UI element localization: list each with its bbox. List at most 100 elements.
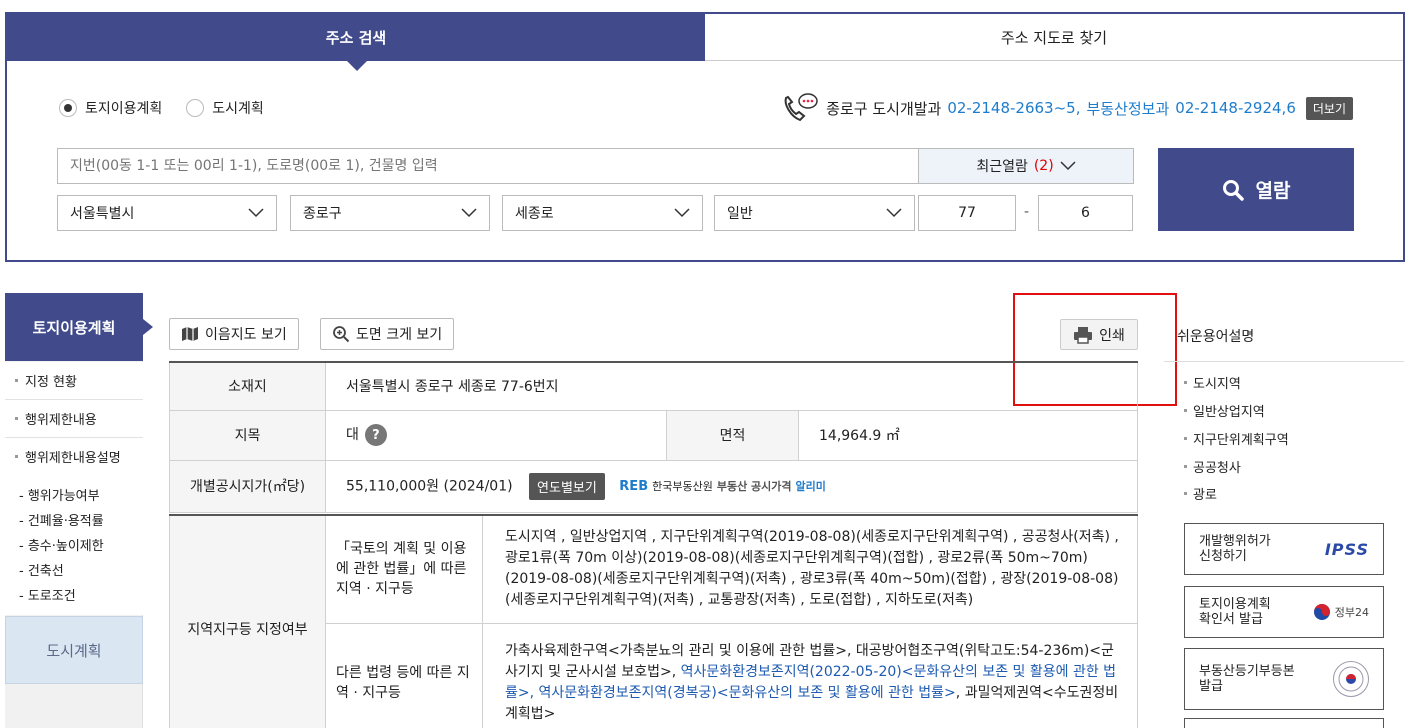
- court-seal-icon: [1333, 661, 1369, 697]
- bullet-icon: [15, 417, 18, 420]
- reb-name: 한국부동산원: [652, 480, 713, 493]
- taegeuk-icon: [1313, 604, 1330, 620]
- radio-city-plan[interactable]: 도시계획: [186, 98, 264, 118]
- radio-land-label: 토지이용계획: [85, 101, 163, 117]
- ipss-logo: IPSS: [1324, 539, 1369, 559]
- help-icon[interactable]: ?: [364, 424, 387, 446]
- category-cell: 대?: [325, 409, 667, 461]
- zoom-in-icon: [333, 326, 350, 343]
- address-search-panel: 주소 검색 주소 지도로 찾기 토지이용계획 도시계획 종로구 도시개발과 02…: [5, 12, 1405, 262]
- glossary-term[interactable]: 일반상업지역: [1184, 401, 1265, 420]
- location-label: 소재지: [169, 361, 326, 411]
- map-view-button[interactable]: 이음지도 보기: [169, 318, 299, 350]
- sidebar-item-restriction-desc[interactable]: 행위제한내용설명: [5, 438, 143, 476]
- law1-value: 도시지역 , 일반상업지역 , 지구단위계획구역(2019-08-08)(세종로…: [482, 514, 1138, 624]
- glossary-title: 쉬운용어설명: [1177, 329, 1255, 345]
- address-search-input[interactable]: [57, 148, 919, 184]
- chevron-down-icon: [674, 208, 690, 218]
- land-use-certificate-button[interactable]: 토지이용계획 확인서 발급 정부24: [1184, 586, 1384, 638]
- sidebar-item-label: 행위제한내용설명: [25, 451, 121, 466]
- bullet-icon: [1184, 381, 1187, 384]
- view-label: 열람: [1255, 180, 1291, 202]
- recent-label: 최근열람: [976, 159, 1028, 175]
- yearly-view-button[interactable]: 연도별보기: [529, 472, 605, 500]
- radio-checked-icon: [59, 99, 77, 117]
- plan-type-radios: 토지이용계획 도시계획: [59, 98, 264, 118]
- glossary-term-label: 도시지역: [1193, 377, 1241, 392]
- view-button[interactable]: 열람: [1158, 148, 1354, 231]
- recent-view-button[interactable]: 최근열람 (2): [918, 148, 1134, 184]
- table-row: 지목 대? 면적 14,964.9 ㎡: [169, 409, 1138, 461]
- bullet-icon: [15, 379, 18, 382]
- district-select[interactable]: 종로구: [290, 195, 490, 231]
- sidebar-sub-item[interactable]: - 행위가능여부: [19, 485, 143, 510]
- bullet-icon: [15, 455, 18, 458]
- sidebar-item-label: 지정 현황: [25, 375, 77, 390]
- zoom-view-label: 도면 크게 보기: [356, 327, 443, 343]
- area-label: 면적: [666, 409, 799, 461]
- phone-chat-icon: [784, 93, 818, 122]
- bullet-icon: [1184, 437, 1187, 440]
- sidebar-title[interactable]: 토지이용계획: [5, 293, 153, 361]
- zoom-view-button[interactable]: 도면 크게 보기: [320, 318, 455, 350]
- category-value: 대: [346, 427, 359, 443]
- law1-label: 「국토의 계획 및 이용에 관한 법률」에 따른 지역 · 지구등: [325, 514, 483, 624]
- certificate-label: 토지이용계획 확인서 발급: [1199, 597, 1271, 627]
- number-dash: -: [1024, 204, 1030, 220]
- gov24-label: 정부24: [1334, 605, 1369, 619]
- sidebar-sub-item[interactable]: - 층수·높이제한: [19, 535, 143, 560]
- certificate-line2: 확인서 발급: [1199, 612, 1263, 627]
- reb-price-alimi-link[interactable]: REB 한국부동산원 부동산 공시가격 알리미: [619, 478, 826, 494]
- price-value: 55,110,000원 (2024/01): [346, 478, 513, 494]
- development-permit-button[interactable]: 개발행위허가 신청하기 IPSS: [1184, 523, 1384, 575]
- sidebar-city-plan[interactable]: 도시계획: [5, 616, 143, 684]
- type-value: 일반: [727, 206, 753, 222]
- table-row: 지역지구등 지정여부 「국토의 계획 및 이용에 관한 법률」에 따른 지역 ·…: [169, 514, 1138, 728]
- sidebar-sub-item[interactable]: - 도로조건: [19, 585, 143, 610]
- tab-map-search[interactable]: 주소 지도로 찾기: [705, 14, 1403, 61]
- district-value: 종로구: [303, 206, 342, 222]
- road-value: 세종로: [515, 206, 554, 222]
- bullet-icon: [1184, 409, 1187, 412]
- sidebar-item-restrictions[interactable]: 행위제한내용: [5, 400, 143, 438]
- radio-land-use[interactable]: 토지이용계획: [59, 98, 162, 118]
- more-button[interactable]: 더보기: [1305, 96, 1353, 120]
- more-services-button[interactable]: [1184, 718, 1384, 728]
- area-value: 14,964.9 ㎡: [798, 409, 1138, 461]
- table-row: 소재지 서울특별시 종로구 세종로 77-6번지: [169, 361, 1138, 411]
- bullet-icon: [1184, 465, 1187, 468]
- registry-line2: 발급: [1199, 679, 1223, 694]
- glossary-term-label: 일반상업지역: [1193, 405, 1265, 420]
- sidebar-item-designation[interactable]: 지정 현황: [5, 362, 143, 400]
- sidebar-sub-item[interactable]: - 건폐율·용적률: [19, 510, 143, 535]
- sidebar-sub-item[interactable]: - 건축선: [19, 560, 143, 585]
- registry-certificate-button[interactable]: 부동산등기부등본 발급: [1184, 648, 1384, 710]
- price-label: 개별공시지가(㎡당): [169, 459, 326, 513]
- permit-line1: 개발행위허가: [1199, 534, 1271, 549]
- sidebar-item-label: 행위제한내용: [25, 413, 97, 428]
- reb-logo: REB: [619, 478, 649, 494]
- chevron-down-icon: [461, 208, 477, 218]
- type-select[interactable]: 일반: [714, 195, 915, 231]
- law2-label: 다른 법령 등에 따른 지역 · 지구등: [325, 622, 483, 728]
- sub-number-input[interactable]: 6: [1038, 195, 1133, 231]
- main-number-input[interactable]: 77: [918, 195, 1016, 231]
- city-value: 서울특별시: [70, 206, 135, 222]
- glossary-term[interactable]: 도시지역: [1184, 373, 1241, 392]
- city-select[interactable]: 서울특별시: [57, 195, 277, 231]
- glossary-term[interactable]: 지구단위계획구역: [1184, 429, 1289, 448]
- road-select[interactable]: 세종로: [502, 195, 703, 231]
- map-view-label: 이음지도 보기: [205, 327, 287, 343]
- zone-table: 지역지구등 지정여부 「국토의 계획 및 이용에 관한 법률」에 따른 지역 ·…: [169, 514, 1138, 728]
- glossary-term[interactable]: 광로: [1184, 484, 1217, 503]
- glossary-term[interactable]: 공공청사: [1184, 457, 1241, 476]
- search-icon: [1222, 179, 1244, 201]
- price-cell: 55,110,000원 (2024/01) 연도별보기 REB 한국부동산원 부…: [325, 459, 1138, 513]
- reb-service: 부동산 공시가격: [716, 480, 792, 493]
- registry-line1: 부동산등기부등본: [1199, 664, 1295, 679]
- contact-phone2: 02-2148-2924,6: [1175, 99, 1296, 117]
- tab-address-search[interactable]: 주소 검색: [7, 14, 705, 71]
- law2-value: 가축사육제한구역<가축분뇨의 관리 및 이용에 관한 법률>, 대공방어협조구역…: [482, 622, 1138, 728]
- reb-alimi: 알리미: [795, 480, 826, 493]
- contact-dept2: 부동산정보과: [1086, 99, 1170, 118]
